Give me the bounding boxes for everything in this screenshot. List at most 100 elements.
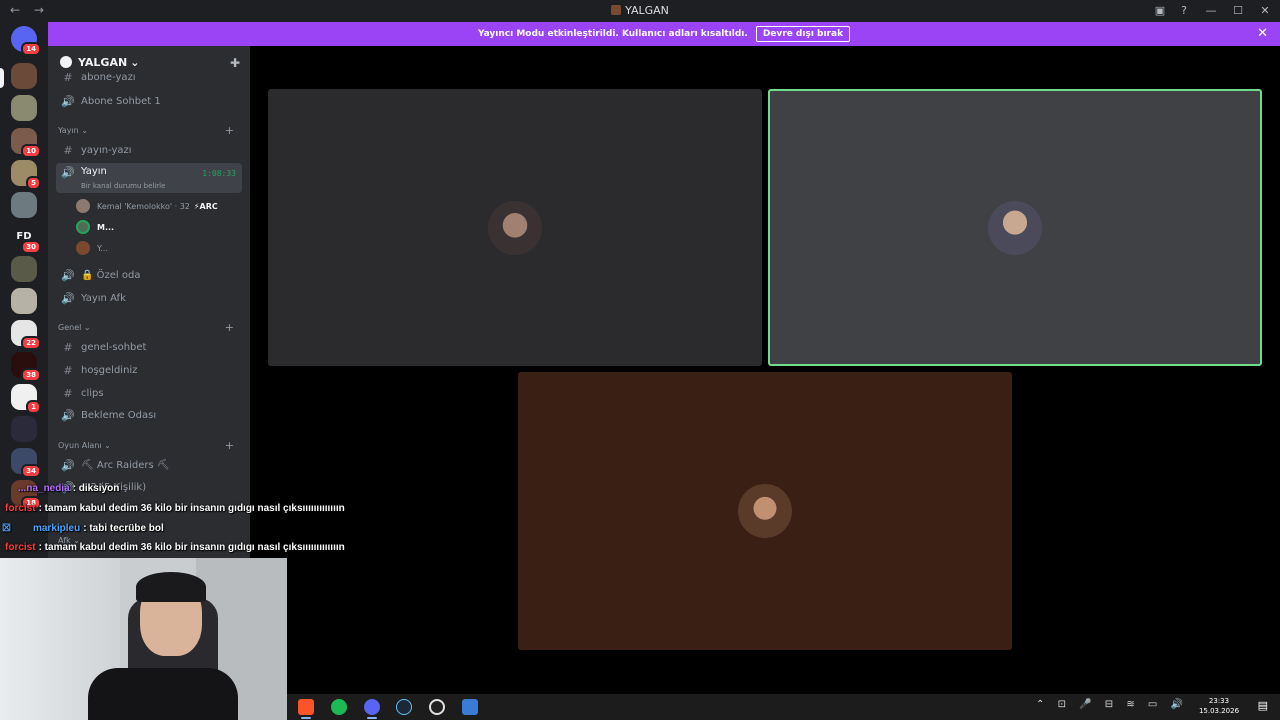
server-icon-11[interactable]: 1 — [11, 384, 41, 414]
speaker-icon: 🔊 — [61, 166, 75, 179]
add-member-icon[interactable]: ✚ — [230, 56, 240, 70]
server-icon-10[interactable]: 38 — [11, 352, 41, 382]
add-channel-icon[interactable]: + — [225, 439, 234, 452]
chat-message: forcist: tamam kabul dedim 36 kilo bir i… — [5, 503, 345, 514]
channel-hosgeldiniz[interactable]: # hoşgeldiniz — [56, 360, 242, 380]
server-icon-13[interactable]: 34 — [11, 448, 41, 478]
server-fd-icon[interactable]: FD 30 — [11, 224, 41, 254]
webcam-overlay — [0, 558, 287, 720]
voice-timer: 1:08:33 — [202, 169, 236, 178]
chat-username: markipleu — [32, 523, 81, 534]
window-titlebar: ← → YALGAN ▣ ? — ☐ ✕ — [0, 0, 1280, 21]
channel-status-placeholder[interactable]: Bir kanal durumu belirle — [81, 182, 165, 190]
windows-taskbar: ⌃ ⊡ 🎤 ⊟ ≋ ▭ 🔊 23:33 15.03.2026 ▤ — [287, 694, 1280, 720]
server-icon-5[interactable] — [11, 192, 37, 218]
channel-yayin-yazi[interactable]: # yayın-yazı — [56, 140, 242, 160]
clock[interactable]: 23:33 15.03.2026 — [1196, 696, 1242, 716]
channel-abone-sohbet[interactable]: 🔊 Abone Sohbet 1 — [56, 91, 242, 111]
server-icon-12[interactable] — [11, 416, 37, 442]
clock-time: 23:33 — [1208, 697, 1230, 705]
help-icon[interactable]: ? — [1172, 4, 1196, 17]
avatar — [76, 220, 90, 234]
voice-user-1[interactable]: Kemal 'Kemolokko' · 32 ⚡ARC — [76, 196, 218, 216]
category-genel[interactable]: Genel ⌄ + — [56, 321, 242, 334]
participant-tile-1[interactable] — [268, 89, 762, 366]
participant-avatar — [488, 201, 542, 255]
voice-stage — [250, 46, 1280, 694]
streamer-mode-banner: Yayıncı Modu etkinleştirildi. Kullanıcı … — [48, 22, 1280, 46]
avatar — [76, 241, 90, 255]
channel-abone-yazi[interactable]: # abone-yazı — [56, 70, 242, 84]
chat-message: ...na_nedia: diksiyon — [18, 483, 120, 494]
channel-arc-raiders[interactable]: 🔊 ⛏ Arc Raiders ⛏ — [56, 455, 242, 475]
guild-icon — [60, 56, 72, 68]
banner-close-icon[interactable]: ✕ — [1257, 26, 1268, 41]
voice-user-2[interactable]: M... — [76, 217, 114, 237]
avatar — [76, 199, 90, 213]
speaker-icon: 🔊 — [61, 291, 75, 305]
channel-ozel-oda[interactable]: 🔊 🔒 Özel oda — [56, 265, 242, 285]
server-icon-9[interactable]: 22 — [11, 320, 41, 350]
participant-tile-2-speaking[interactable] — [768, 89, 1262, 366]
voice-user-3[interactable]: Y... — [76, 238, 108, 258]
channel-genel-sohbet[interactable]: # genel-sohbet — [56, 337, 242, 357]
guild-name: YALGAN — [78, 55, 128, 69]
dm-badge: 14 — [21, 42, 41, 56]
streamer-shirt — [88, 668, 238, 720]
active-channel-name: Yayın — [81, 166, 107, 177]
speaker-icon: 🔊 — [61, 94, 75, 108]
category-yayin[interactable]: Yayın ⌄ + — [56, 124, 242, 137]
server-icon-7[interactable] — [11, 256, 37, 282]
server-icon-8[interactable] — [11, 288, 37, 314]
chat-username: forcist — [5, 542, 36, 553]
channel-yayin-afk[interactable]: 🔊 Yayın Afk — [56, 288, 242, 308]
speaker-icon: 🔊 — [61, 458, 75, 472]
server-icon — [611, 5, 622, 15]
participant-avatar — [738, 484, 792, 538]
headphones — [136, 572, 206, 602]
discord-icon[interactable] — [364, 699, 380, 715]
add-channel-icon[interactable]: + — [225, 321, 234, 334]
maximize-button[interactable]: ☐ — [1226, 4, 1250, 17]
chat-username: ...na_nedia — [18, 483, 70, 494]
channel-yayin-voice-active[interactable]: 🔊 Yayın 1:08:33 Bir kanal durumu belirle — [56, 163, 242, 193]
user-tag: ⚡ARC — [193, 201, 218, 211]
notification-icon[interactable]: ▤ — [1258, 699, 1268, 712]
tray-icons[interactable]: ⌃ ⊡ 🎤 ⊟ ≋ ▭ 🔊 — [1036, 699, 1188, 710]
add-channel-icon[interactable]: + — [225, 124, 234, 137]
selected-server-pill — [0, 68, 4, 88]
participant-avatar — [988, 201, 1042, 255]
screen-share-icon[interactable]: ▣ — [1148, 4, 1172, 17]
disable-streamer-mode-button[interactable]: Devre dışı bırak — [755, 26, 851, 42]
server-yalgan-icon[interactable] — [11, 63, 37, 89]
participant-tile-3[interactable] — [518, 372, 1012, 650]
chat-username: forcist — [5, 503, 36, 514]
hash-icon: # — [63, 386, 73, 400]
steam-icon[interactable] — [396, 699, 412, 715]
hash-icon: # — [63, 363, 73, 377]
server-icon-3[interactable]: 10 — [11, 128, 41, 158]
banner-message: Yayıncı Modu etkinleştirildi. Kullanıcı … — [477, 29, 748, 39]
speaker-icon: 🔊 — [61, 408, 75, 422]
obs-icon[interactable] — [429, 699, 445, 715]
server-icon-2[interactable] — [11, 95, 37, 121]
chat-message: ☒ markipleu: tabi tecrübe bol — [2, 523, 164, 534]
window-controls: ▣ ? — ☐ ✕ — [1148, 0, 1280, 21]
window-title-text: YALGAN — [625, 4, 669, 17]
chat-message: forcist: tamam kabul dedim 36 kilo bir i… — [5, 542, 345, 553]
chevron-down-icon: ⌄ — [130, 55, 140, 69]
spotify-icon[interactable] — [331, 699, 347, 715]
brave-browser-icon[interactable] — [298, 699, 314, 715]
app-icon[interactable] — [462, 699, 478, 715]
hash-icon: # — [63, 70, 73, 84]
channel-bekleme-odasi[interactable]: 🔊 Bekleme Odası — [56, 405, 242, 425]
category-oyun-alani[interactable]: Oyun Alanı ⌄ + — [56, 439, 242, 452]
hash-icon: # — [63, 143, 73, 157]
speaker-icon: 🔊 — [61, 268, 75, 282]
minimize-button[interactable]: — — [1196, 4, 1226, 17]
server-icon-4[interactable]: 5 — [11, 160, 41, 190]
close-button[interactable]: ✕ — [1250, 4, 1280, 17]
direct-messages-icon[interactable]: 14 — [11, 26, 41, 56]
window-title: YALGAN — [0, 4, 1280, 17]
channel-clips[interactable]: # clips — [56, 383, 242, 403]
